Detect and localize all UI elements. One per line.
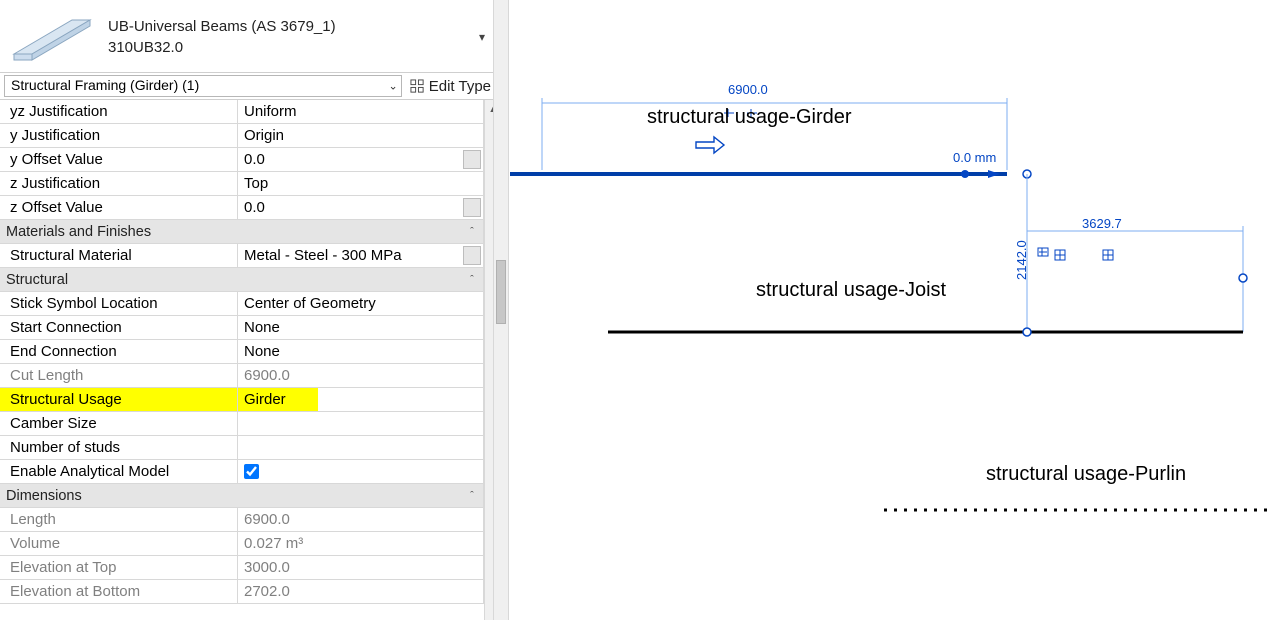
prop-row: Volume 0.027 m³ bbox=[0, 532, 483, 556]
prop-row[interactable]: yz Justification Uniform bbox=[0, 100, 483, 124]
label-purlin: structural usage-Purlin bbox=[986, 463, 1186, 486]
type-selector[interactable]: UB-Universal Beams (AS 3679_1) 310UB32.0… bbox=[0, 0, 501, 72]
collapse-icon[interactable]: ˆ bbox=[465, 490, 483, 502]
label-girder: structural usage-Girder bbox=[647, 106, 852, 129]
label-joist: structural usage-Joist bbox=[756, 279, 946, 302]
chevron-down-icon: ⌄ bbox=[389, 80, 398, 93]
type-selector-dropdown-icon[interactable]: ▾ bbox=[475, 30, 493, 44]
collapse-icon[interactable]: ˆ bbox=[465, 274, 483, 286]
prop-row[interactable]: Camber Size bbox=[0, 412, 483, 436]
prop-row[interactable]: z Offset Value 0.0 bbox=[0, 196, 483, 220]
drawing-canvas[interactable]: 6900.0 3629.7 0.0 mm 2142.0 structural u… bbox=[510, 0, 1267, 620]
prop-row[interactable]: Stick Symbol Location Center of Geometry bbox=[0, 292, 483, 316]
category-filter-row: Structural Framing (Girder) (1) ⌄ Edit T… bbox=[0, 72, 501, 100]
prop-row[interactable]: Number of studs bbox=[0, 436, 483, 460]
prop-row[interactable]: Start Connection None bbox=[0, 316, 483, 340]
group-header-dimensions[interactable]: Dimensions ˆ bbox=[0, 484, 483, 508]
prop-row[interactable]: z Justification Top bbox=[0, 172, 483, 196]
edit-type-icon bbox=[410, 79, 425, 94]
type-name: 310UB32.0 bbox=[108, 39, 475, 58]
group-header-materials[interactable]: Materials and Finishes ˆ bbox=[0, 220, 483, 244]
dim-right[interactable]: 3629.7 bbox=[1082, 216, 1122, 231]
scroll-thumb[interactable] bbox=[496, 260, 506, 324]
value-button[interactable] bbox=[463, 246, 481, 265]
prop-row[interactable]: y Offset Value 0.0 bbox=[0, 148, 483, 172]
prop-row: Cut Length 6900.0 bbox=[0, 364, 483, 388]
edit-type-button[interactable]: Edit Type bbox=[406, 78, 495, 95]
prop-row[interactable]: End Connection None bbox=[0, 340, 483, 364]
offset-label[interactable]: 0.0 mm bbox=[953, 150, 996, 165]
panel-outer-scrollbar[interactable] bbox=[493, 0, 509, 620]
category-filter-label: Structural Framing (Girder) (1) bbox=[11, 77, 199, 93]
value-button[interactable] bbox=[463, 150, 481, 169]
edit-type-label: Edit Type bbox=[429, 78, 491, 95]
type-thumbnail bbox=[8, 6, 96, 68]
properties-grid: yz Justification Uniform y Justification… bbox=[0, 100, 501, 620]
group-header-structural[interactable]: Structural ˆ bbox=[0, 268, 483, 292]
prop-row-structural-usage[interactable]: Structural Usage Girder bbox=[0, 388, 483, 412]
prop-row: Elevation at Top 3000.0 bbox=[0, 556, 483, 580]
value-button[interactable] bbox=[463, 198, 481, 217]
prop-row[interactable]: Structural Material Metal - Steel - 300 … bbox=[0, 244, 483, 268]
prop-row[interactable]: Enable Analytical Model bbox=[0, 460, 483, 484]
type-family: UB-Universal Beams (AS 3679_1) bbox=[108, 18, 475, 37]
prop-row: Length 6900.0 bbox=[0, 508, 483, 532]
prop-row: Elevation at Bottom 2702.0 bbox=[0, 580, 483, 604]
collapse-icon[interactable]: ˆ bbox=[465, 226, 483, 238]
enable-analytical-checkbox[interactable] bbox=[244, 464, 259, 479]
properties-panel: UB-Universal Beams (AS 3679_1) 310UB32.0… bbox=[0, 0, 502, 620]
category-filter-dropdown[interactable]: Structural Framing (Girder) (1) ⌄ bbox=[4, 75, 402, 97]
dim-side[interactable]: 2142.0 bbox=[1014, 240, 1029, 280]
prop-row[interactable]: y Justification Origin bbox=[0, 124, 483, 148]
dim-top[interactable]: 6900.0 bbox=[728, 82, 768, 97]
